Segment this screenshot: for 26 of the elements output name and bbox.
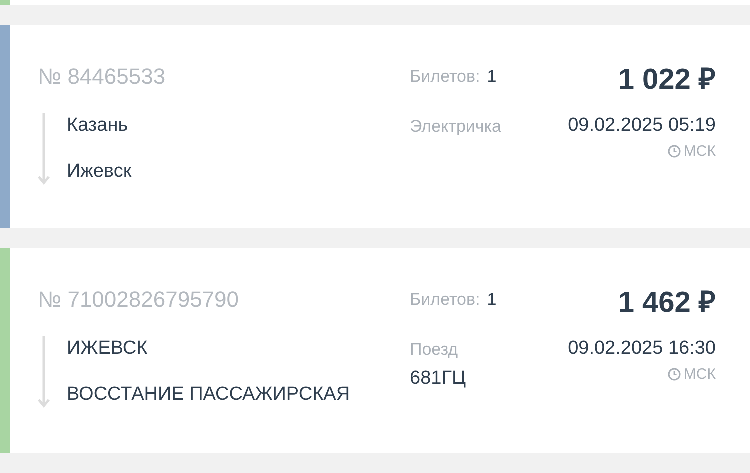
tickets-count: 1 <box>487 290 497 310</box>
tickets-count: 1 <box>487 67 497 87</box>
down-arrow-icon <box>38 336 50 408</box>
clock-icon <box>668 145 681 158</box>
order-card[interactable]: № 71002826795790 Билетов: 1 1 462 ₽ ИЖЕВСК ВОССТАНИЕ ПАССАЖИРСКАЯ Поезд 681ГЦ 09.02.2025 16:30 МСК <box>0 248 750 453</box>
departure-station: Казань <box>67 114 130 138</box>
departure-datetime: 09.02.2025 05:19 <box>568 115 716 137</box>
timezone-label: МСК <box>684 366 716 383</box>
transport-type: Поезд <box>410 340 460 360</box>
departure-datetime: 09.02.2025 16:30 <box>568 338 716 360</box>
order-number: № 84465533 <box>38 64 167 90</box>
departure-station: ИЖЕВСК <box>67 337 149 361</box>
order-price: 1 462 ₽ <box>618 286 716 320</box>
order-card[interactable] <box>0 0 750 5</box>
tickets-label: Билетов: <box>410 290 480 310</box>
order-price: 1 022 ₽ <box>618 62 716 96</box>
timezone-label: МСК <box>684 143 716 160</box>
order-number: № 71002826795790 <box>38 287 240 313</box>
transport-type: Электричка <box>410 117 503 137</box>
order-card[interactable]: № 84465533 Билетов: 1 1 022 ₽ Казань Ижевск Электричка 09.02.2025 05:19 МСК <box>0 25 750 228</box>
train-number: 681ГЦ <box>410 368 468 390</box>
down-arrow-icon <box>38 113 50 185</box>
clock-icon <box>668 368 681 381</box>
arrival-station: ВОССТАНИЕ ПАССАЖИРСКАЯ <box>67 383 350 407</box>
tickets-label: Билетов: <box>410 67 480 87</box>
arrival-station: Ижевск <box>67 160 132 184</box>
